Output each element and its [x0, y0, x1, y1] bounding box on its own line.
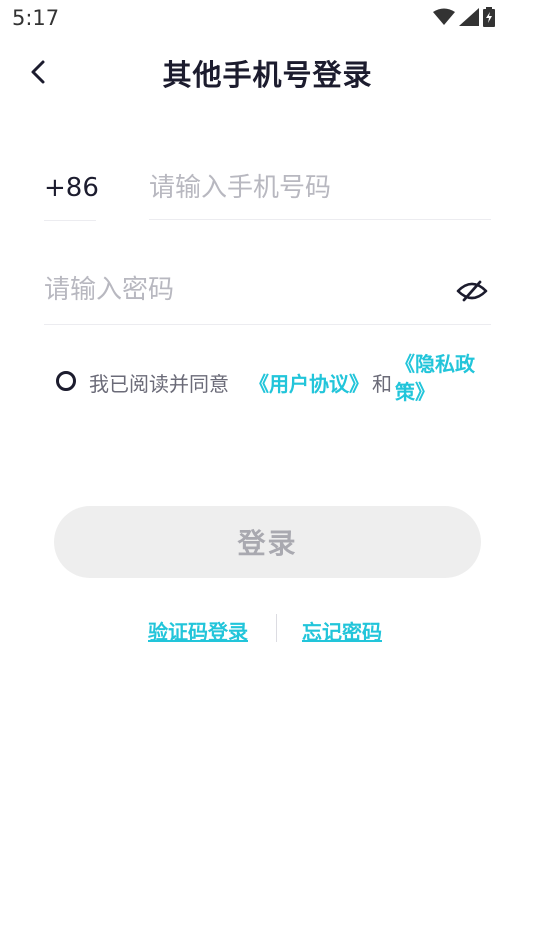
title-bar: 其他手机号登录 [0, 46, 535, 98]
privacy-policy-link[interactable]: 《隐私政策》 [395, 350, 487, 406]
country-code-selector[interactable]: +86 [44, 160, 99, 221]
forgot-password-link[interactable]: 忘记密码 [302, 616, 382, 645]
status-bar: 5:17 [0, 0, 535, 38]
wifi-icon [433, 8, 455, 25]
signal-icon [459, 8, 479, 26]
agree-checkbox[interactable] [55, 370, 77, 392]
page-title: 其他手机号登录 [162, 58, 373, 92]
login-screen: 5:17 其他手机号登录 +86 请输入手机号码 我已阅读并同意 《用户协议》 … [0, 0, 535, 951]
battery-icon [483, 7, 495, 27]
user-agreement-link[interactable]: 《用户协议》 [249, 368, 369, 397]
password-row [44, 262, 491, 325]
agreement-prefix: 我已阅读并同意 [89, 372, 229, 396]
eye-off-icon [456, 280, 488, 302]
agreement-and: 和 [372, 372, 392, 396]
login-button[interactable]: 登录 [54, 506, 481, 578]
link-divider [276, 614, 277, 642]
password-visibility-toggle[interactable] [455, 276, 489, 306]
status-time: 5:17 [12, 6, 60, 30]
phone-input[interactable] [149, 160, 491, 220]
agreement-row: 我已阅读并同意 《用户协议》 和 《隐私政策》 [55, 350, 495, 414]
status-icons [433, 6, 495, 28]
password-input[interactable] [44, 262, 434, 322]
sms-login-link[interactable]: 验证码登录 [148, 616, 248, 645]
bottom-links: 验证码登录 忘记密码 [0, 612, 535, 648]
phone-row: +86 [44, 160, 491, 222]
